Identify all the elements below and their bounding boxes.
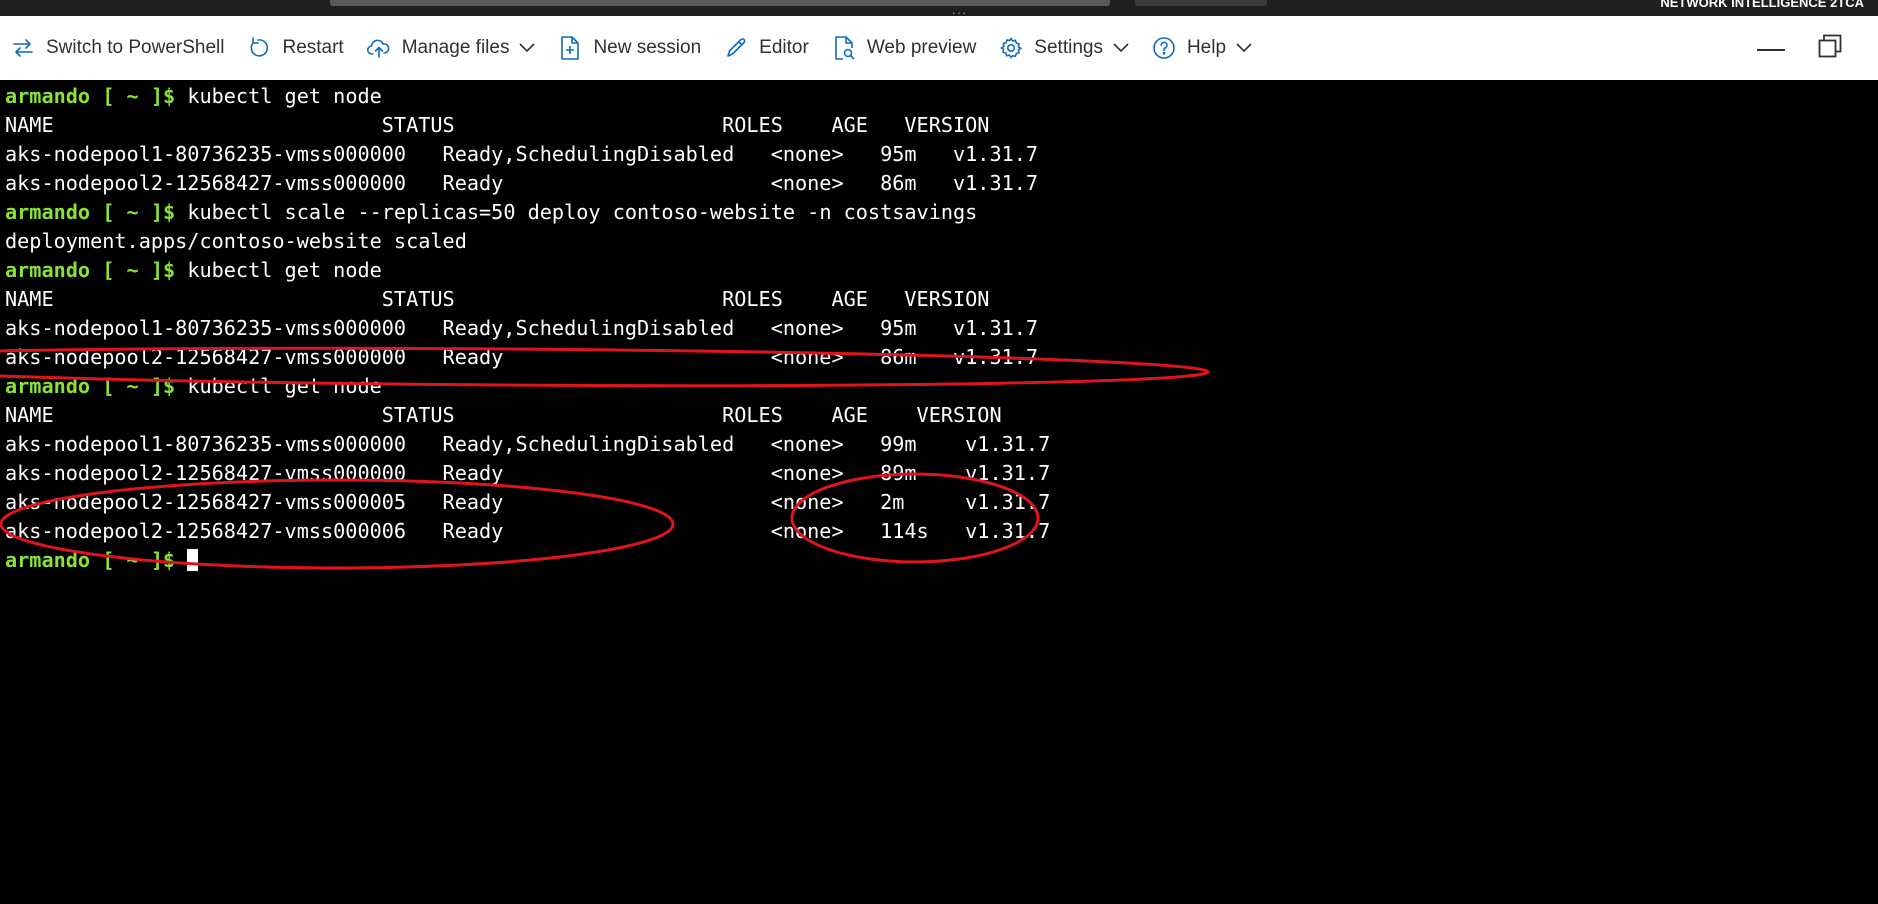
prompt-directory: [ ~ ]$ [90,548,188,572]
prompt-user: armando [5,84,91,108]
minimize-button[interactable] [1749,16,1793,80]
command-text: kubectl get node [187,258,382,282]
chevron-down-icon [1113,43,1129,53]
output-line: deployment.apps/contoso-website scaled [5,229,467,253]
new-session-button[interactable]: New session [557,28,701,68]
output-line: aks-nodepool1-80736235-vmss000000 Ready,… [5,142,1039,166]
switch-to-powershell-button[interactable]: Switch to PowerShell [10,28,224,68]
gear-icon [998,35,1024,61]
prompt-line: armando [ ~ ]$ kubectl scale --replicas=… [5,198,1050,227]
restart-icon [246,35,272,61]
output-line: aks-nodepool2-12568427-vmss000000 Ready … [5,345,1039,369]
prompt-line: armando [ ~ ]$ [5,546,1050,575]
prompt-line: armando [ ~ ]$ kubectl get node [5,372,1050,401]
prompt-line: armando [ ~ ]$ kubectl get node [5,256,1050,285]
settings-label: Settings [1034,37,1103,58]
command-text: kubectl get node [187,84,382,108]
top-scroll-thumb[interactable] [330,0,1110,6]
restart-label: Restart [282,37,344,58]
chevron-down-icon [1236,43,1252,53]
terminal-output[interactable]: armando [ ~ ]$ kubectl get node NAME STAT… [0,80,1878,904]
terminal-cursor [187,549,199,571]
minimize-icon [1757,39,1785,57]
new-session-icon [557,35,583,61]
prompt-user: armando [5,200,91,224]
command-text: kubectl get node [187,374,382,398]
switch-to-powershell-label: Switch to PowerShell [46,37,225,58]
output-line: aks-nodepool1-80736235-vmss000000 Ready,… [5,316,1039,340]
help-label: Help [1186,37,1227,58]
switch-arrows-icon [10,35,36,61]
help-icon [1151,35,1177,61]
restart-button[interactable]: Restart [246,28,344,68]
brand-label: NETWORK INTELLIGENCE 2TCA [1660,0,1864,10]
help-button[interactable]: Help [1151,28,1252,68]
window-top-bar: ... NETWORK INTELLIGENCE 2TCA [0,0,1878,16]
output-line: aks-nodepool2-12568427-vmss000006 Ready … [5,519,1051,543]
drag-handle-dots[interactable]: ... [952,4,968,16]
cloud-upload-icon [366,35,392,61]
top-scroll-thumb-secondary[interactable] [1135,0,1267,6]
output-line: NAME STATUS ROLES AGE VERSION [5,113,990,137]
prompt-line: armando [ ~ ]$ kubectl get node [5,82,1050,111]
prompt-user: armando [5,374,91,398]
prompt-directory: [ ~ ]$ [90,374,188,398]
output-line: aks-nodepool1-80736235-vmss000000 Ready,… [5,432,1051,456]
prompt-user: armando [5,258,91,282]
prompt-user: armando [5,548,91,572]
web-preview-label: Web preview [866,37,977,58]
prompt-directory: [ ~ ]$ [90,258,188,282]
restore-window-icon [1818,34,1842,63]
prompt-directory: [ ~ ]$ [90,84,188,108]
cloud-shell-toolbar: Switch to PowerShell Restart Manage file… [0,16,1878,80]
web-preview-icon [831,35,857,61]
manage-files-button[interactable]: Manage files [366,28,536,68]
output-line: NAME STATUS ROLES AGE VERSION [5,403,1002,427]
chevron-down-icon [519,43,536,53]
output-line: aks-nodepool2-12568427-vmss000000 Ready … [5,171,1039,195]
prompt-directory: [ ~ ]$ [90,200,188,224]
web-preview-button[interactable]: Web preview [831,28,976,68]
editor-button[interactable]: Editor [723,28,809,68]
restore-window-button[interactable] [1808,16,1852,80]
new-session-label: New session [593,37,702,58]
output-line: aks-nodepool2-12568427-vmss000005 Ready … [5,490,1051,514]
output-line: aks-nodepool2-12568427-vmss000000 Ready … [5,461,1051,485]
settings-button[interactable]: Settings [998,28,1129,68]
manage-files-label: Manage files [401,37,510,58]
output-line: NAME STATUS ROLES AGE VERSION [5,287,990,311]
command-text: kubectl scale --replicas=50 deploy conto… [187,200,978,224]
editor-label: Editor [759,37,809,58]
terminal-lines: armando [ ~ ]$ kubectl get node NAME STAT… [5,82,1050,575]
pencil-icon [723,35,749,61]
